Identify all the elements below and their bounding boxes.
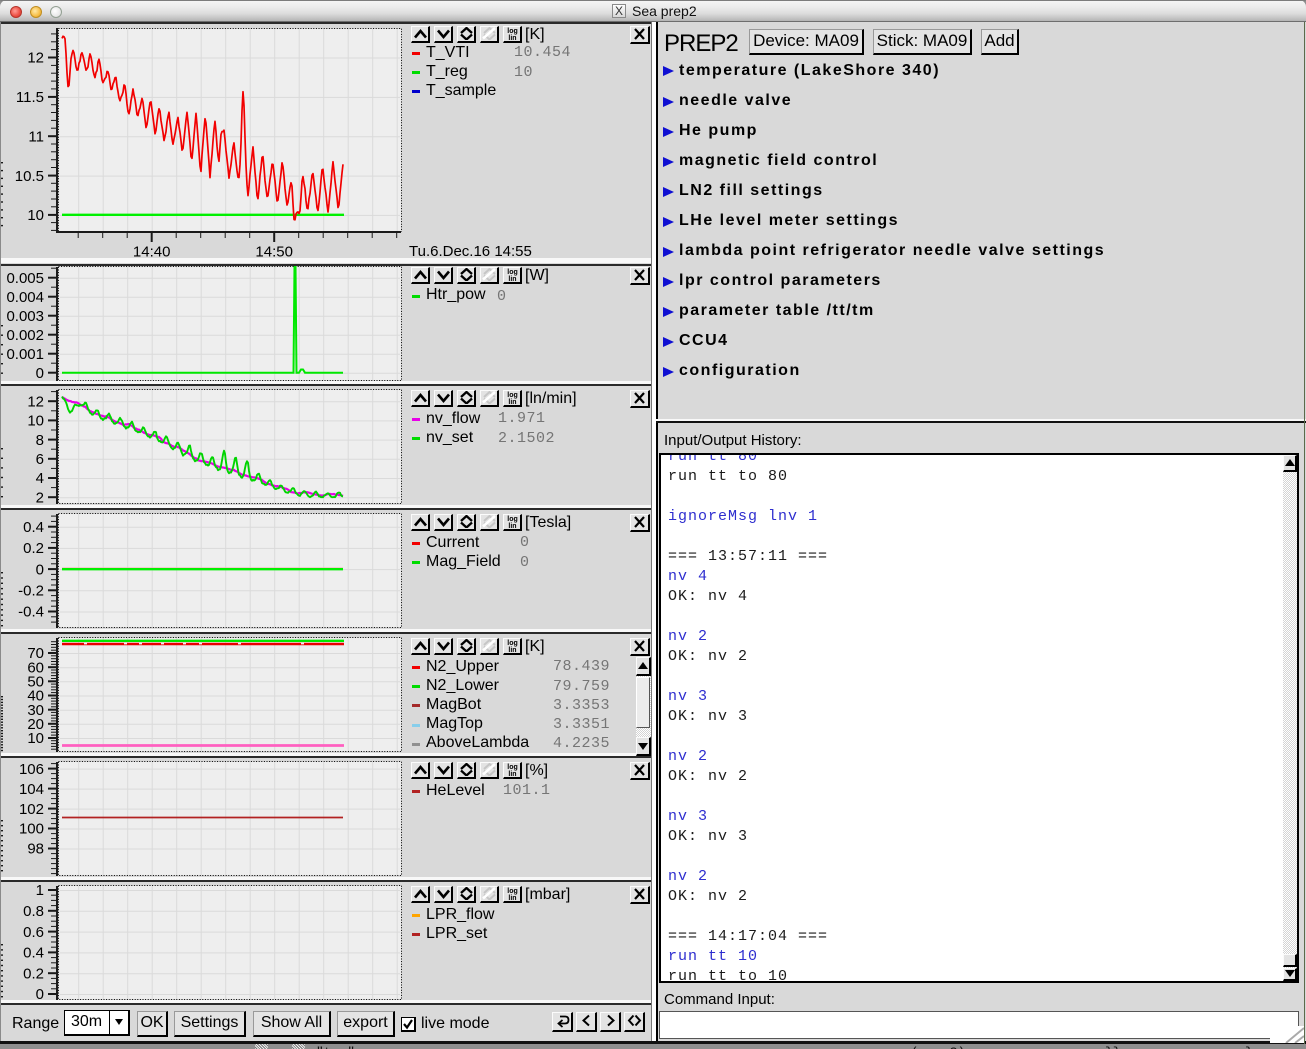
svg-text:0.005: 0.005 (6, 270, 44, 287)
svg-text:0.2: 0.2 (23, 965, 44, 982)
svg-text:12: 12 (27, 50, 44, 67)
svg-text:102: 102 (19, 801, 44, 818)
svg-text:0.001: 0.001 (6, 346, 44, 363)
svg-text:10.5: 10.5 (15, 168, 44, 185)
svg-text:11: 11 (28, 128, 44, 145)
svg-text:8: 8 (36, 432, 44, 449)
svg-text:4: 4 (36, 470, 44, 487)
svg-text:log: log (507, 516, 518, 523)
svg-text:-0.2: -0.2 (18, 583, 44, 600)
svg-text:lin: lin (508, 523, 516, 528)
svg-text:100: 100 (19, 821, 44, 838)
svg-text:0: 0 (36, 561, 44, 578)
svg-text:lin: lin (508, 895, 516, 900)
svg-text:0.4: 0.4 (23, 519, 44, 536)
svg-text:12: 12 (27, 393, 44, 410)
svg-text:lin: lin (508, 647, 516, 652)
svg-text:10: 10 (27, 413, 44, 430)
svg-text:0.8: 0.8 (23, 903, 44, 920)
svg-text:0.4: 0.4 (23, 945, 44, 962)
svg-text:log: log (507, 392, 518, 399)
svg-text:1: 1 (36, 882, 44, 899)
svg-text:106: 106 (19, 761, 44, 778)
svg-text:11.5: 11.5 (16, 89, 44, 106)
svg-text:6: 6 (36, 451, 44, 468)
svg-text:0.6: 0.6 (23, 924, 44, 941)
svg-text:0.2: 0.2 (23, 540, 44, 557)
svg-text:log: log (507, 888, 518, 895)
svg-text:lin: lin (508, 771, 516, 776)
svg-text:lin: lin (508, 35, 516, 40)
svg-text:0.003: 0.003 (6, 308, 44, 325)
svg-text:98: 98 (27, 841, 44, 858)
svg-text:log: log (507, 269, 518, 276)
svg-text:log: log (507, 764, 518, 771)
svg-text:10: 10 (27, 730, 44, 747)
svg-text:2: 2 (36, 489, 44, 506)
svg-text:0.004: 0.004 (6, 289, 44, 306)
svg-text:0.002: 0.002 (6, 327, 44, 344)
svg-text:log: log (507, 640, 518, 647)
svg-text:10: 10 (27, 207, 44, 224)
svg-text:0: 0 (36, 365, 44, 382)
svg-text:log: log (507, 28, 518, 35)
svg-text:104: 104 (19, 781, 44, 798)
svg-text:lin: lin (508, 399, 516, 404)
svg-text:-0.4: -0.4 (18, 604, 44, 621)
svg-text:lin: lin (508, 276, 516, 281)
